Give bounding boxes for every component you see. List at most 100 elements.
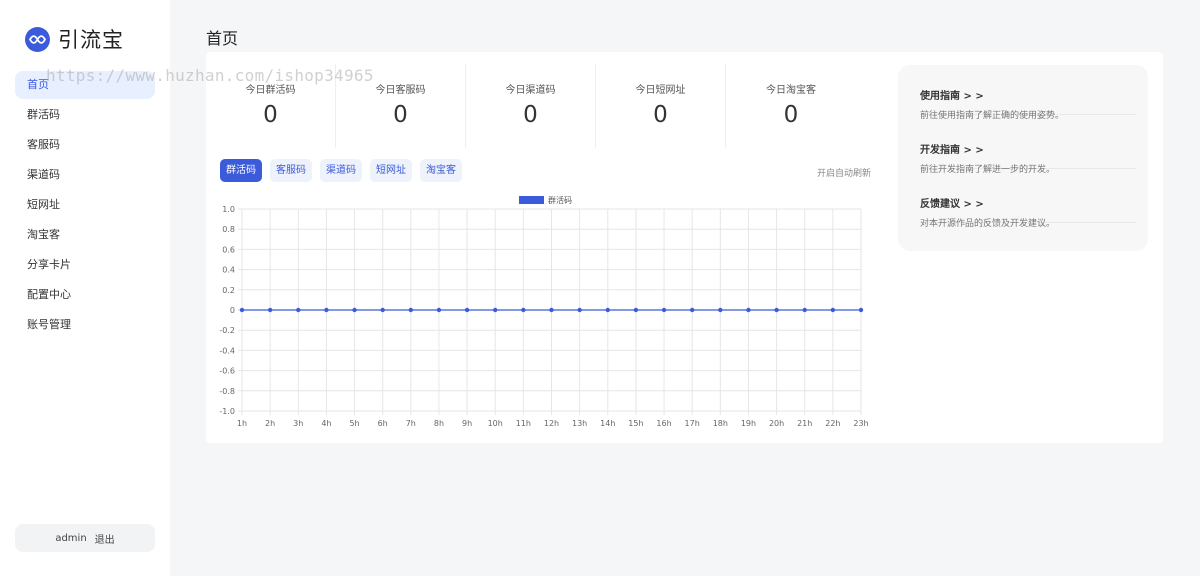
- sidebar-item-channel-code[interactable]: 渠道码: [15, 161, 155, 189]
- x-tick-label: 4h: [321, 419, 331, 428]
- stat-channel-code: 今日渠道码 0: [466, 64, 596, 148]
- stat-label: 今日群活码: [245, 85, 296, 96]
- sidebar: 引流宝 首页 群活码 客服码 渠道码 短网址 淘宝客 分享卡片 配置中心 账号管…: [0, 0, 170, 576]
- data-point: [605, 307, 610, 313]
- stat-group-code: 今日群活码 0: [206, 64, 336, 148]
- x-tick-label: 21h: [797, 419, 812, 428]
- x-tick-label: 12h: [544, 419, 559, 428]
- stat-label: 今日短网址: [635, 85, 686, 96]
- y-tick-label: 0: [230, 306, 235, 315]
- logo-icon: [25, 26, 50, 52]
- stat-value: 0: [393, 102, 408, 128]
- y-tick-label: 0.6: [222, 245, 235, 254]
- x-tick-label: 5h: [349, 419, 359, 428]
- stat-label: 今日淘宝客: [766, 85, 816, 96]
- x-tick-label: 7h: [406, 419, 416, 428]
- x-tick-label: 1h: [237, 419, 247, 428]
- sidebar-item-short-url[interactable]: 短网址: [15, 191, 155, 219]
- tab-channel-code[interactable]: 渠道码: [320, 159, 362, 182]
- chart-series: [239, 307, 864, 313]
- data-point: [830, 307, 836, 313]
- x-tick-label: 23h: [853, 419, 868, 428]
- chart-x-axis: 1h 2h 3h 4h 5h 6h 7h 8h 9h 10h 11h 12h 13h 14h 15h 16h 1…: [237, 419, 869, 428]
- sidebar-item-share-card[interactable]: 分享卡片: [15, 251, 155, 279]
- legend-label: 群活码: [548, 195, 572, 205]
- stat-taobaoke: 今日淘宝客 0: [726, 64, 856, 148]
- data-point: [380, 307, 385, 313]
- x-tick-label: 11h: [516, 419, 531, 428]
- data-point: [408, 307, 414, 313]
- guide-usage-link[interactable]: 使用指南 > > 前往使用指南了解正确的使用姿势。: [920, 65, 1136, 121]
- data-point: [296, 307, 301, 313]
- data-point: [689, 307, 695, 313]
- x-tick-label: 3h: [293, 419, 303, 428]
- sidebar-item-home[interactable]: 首页: [15, 71, 155, 99]
- y-tick-label: 1.0: [222, 205, 235, 214]
- x-tick-label: 22h: [825, 419, 840, 428]
- y-tick-label: 0.8: [222, 225, 235, 234]
- sidebar-item-config[interactable]: 配置中心: [15, 281, 155, 309]
- stat-label: 今日渠道码: [505, 85, 556, 96]
- data-point: [493, 307, 498, 313]
- x-tick-label: 15h: [628, 419, 643, 428]
- guide-dev-link[interactable]: 开发指南 > > 前往开发指南了解进一步的开发。: [920, 119, 1136, 175]
- stat-short-url: 今日短网址 0: [596, 64, 726, 148]
- stats-row: 今日群活码 0 今日客服码 0 今日渠道码 0 今日短网址 0 今日淘宝客 0: [206, 64, 871, 148]
- x-tick-label: 20h: [769, 419, 784, 428]
- guide-title: 开发指南 > >: [920, 145, 984, 156]
- sidebar-item-group-code[interactable]: 群活码: [15, 101, 155, 129]
- data-point: [633, 307, 639, 313]
- auto-refresh-toggle[interactable]: 开启自动刷新: [817, 166, 871, 179]
- chart-tabs: 群活码 客服码 渠道码 短网址 淘宝客: [220, 159, 462, 182]
- sidebar-nav: 首页 群活码 客服码 渠道码 短网址 淘宝客 分享卡片 配置中心 账号管理: [15, 71, 155, 341]
- app-logo[interactable]: 引流宝: [25, 24, 124, 54]
- sidebar-item-taobaoke[interactable]: 淘宝客: [15, 221, 155, 249]
- data-point: [718, 307, 723, 313]
- x-tick-label: 10h: [488, 419, 503, 428]
- chart-y-axis: 1.0 0.8 0.6 0.4 0.2 0 -0.2 -0.4 -0.6 -0.8 -1.0: [219, 205, 235, 416]
- data-point: [549, 307, 554, 313]
- stat-value: 0: [783, 102, 799, 128]
- tab-group-code[interactable]: 群活码: [220, 159, 262, 182]
- data-point: [661, 307, 667, 313]
- guide-panel: 使用指南 > > 前往使用指南了解正确的使用姿势。 开发指南 > > 前往开发指…: [898, 65, 1148, 251]
- data-point: [577, 307, 582, 313]
- x-tick-label: 16h: [656, 419, 671, 428]
- y-tick-label: -0.8: [219, 387, 235, 396]
- line-chart: 1.0 0.8 0.6 0.4 0.2 0 -0.2 -0.4 -0.6 -0.8 -1.0 1h 2…: [219, 195, 869, 428]
- data-point: [774, 307, 779, 313]
- data-point: [746, 307, 751, 313]
- data-point: [324, 307, 329, 313]
- app-name: 引流宝: [58, 28, 124, 52]
- y-tick-label: -1.0: [219, 407, 235, 416]
- chart-legend: 群活码: [519, 195, 572, 205]
- sidebar-item-service-code[interactable]: 客服码: [15, 131, 155, 159]
- logout-button[interactable]: 退出: [95, 531, 115, 546]
- x-tick-label: 2h: [265, 419, 275, 428]
- chart-grid: [238, 208, 862, 415]
- guide-feedback-link[interactable]: 反馈建议 > > 对本开源作品的反馈及开发建议。: [920, 173, 1136, 229]
- tab-taobaoke[interactable]: 淘宝客: [420, 159, 462, 182]
- y-tick-label: -0.4: [219, 346, 235, 355]
- guide-title: 使用指南 > >: [920, 91, 984, 102]
- page-title: 首页: [206, 29, 239, 48]
- data-point: [858, 307, 864, 313]
- stat-value: 0: [653, 102, 668, 128]
- x-tick-label: 8h: [434, 419, 444, 428]
- tab-short-url[interactable]: 短网址: [370, 159, 412, 182]
- stat-label: 今日客服码: [375, 85, 426, 96]
- username: admin: [55, 532, 87, 544]
- x-tick-label: 14h: [600, 419, 615, 428]
- stat-value: 0: [523, 102, 538, 128]
- sidebar-item-account[interactable]: 账号管理: [15, 311, 155, 339]
- y-tick-label: 0.4: [222, 266, 235, 275]
- stat-value: 0: [263, 102, 278, 128]
- y-tick-label: -0.2: [219, 326, 235, 335]
- data-point: [352, 307, 357, 313]
- y-tick-label: -0.6: [219, 367, 235, 376]
- user-box: admin 退出: [15, 524, 155, 552]
- x-tick-label: 18h: [713, 419, 728, 428]
- tab-service-code[interactable]: 客服码: [270, 159, 312, 182]
- data-point: [464, 307, 470, 313]
- data-point: [802, 307, 807, 313]
